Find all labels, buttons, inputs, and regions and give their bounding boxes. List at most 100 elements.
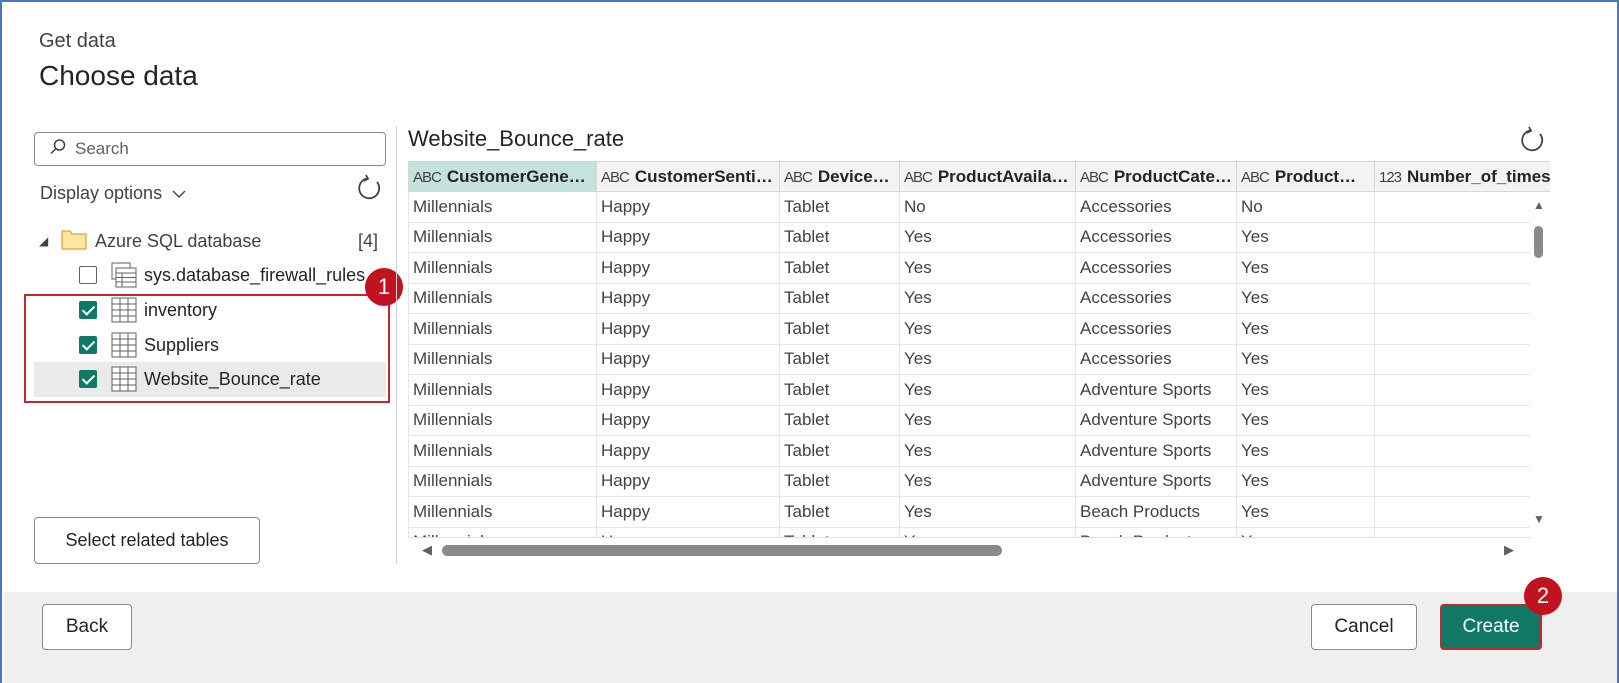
table-cell[interactable]	[1374, 343, 1550, 375]
table-cell[interactable]: No	[899, 191, 1076, 223]
column-header[interactable]: ABC CustomerGenerati...	[408, 161, 597, 192]
table-cell[interactable]	[1374, 191, 1550, 223]
table-cell[interactable]: Happy	[596, 496, 780, 528]
table-cell[interactable]: Millennials	[408, 252, 597, 284]
table-cell[interactable]: Accessories	[1075, 252, 1237, 284]
table-cell[interactable]: Yes	[1236, 282, 1375, 314]
table-cell[interactable]: Happy	[596, 465, 780, 497]
scroll-left-icon[interactable]: ◀	[422, 542, 432, 558]
column-header[interactable]: ABCDeviceType	[779, 161, 900, 192]
table-cell[interactable]: Yes	[899, 465, 1076, 497]
table-cell[interactable]: Yes	[899, 526, 1076, 537]
table-cell[interactable]: Yes	[1236, 343, 1375, 375]
table-cell[interactable]: Yes	[1236, 221, 1375, 253]
table-cell[interactable]: Millennials	[408, 221, 597, 253]
table-cell[interactable]: Yes	[1236, 252, 1375, 284]
table-cell[interactable]: Yes	[1236, 465, 1375, 497]
table-cell[interactable]	[1374, 221, 1550, 253]
table-cell[interactable]: Millennials	[408, 404, 597, 436]
table-cell[interactable]: Tablet	[779, 252, 900, 284]
table-cell[interactable]	[1374, 252, 1550, 284]
table-cell[interactable]: Yes	[899, 374, 1076, 406]
table-cell[interactable]: Millennials	[408, 465, 597, 497]
table-cell[interactable]: Tablet	[779, 404, 900, 436]
table-cell[interactable]: Yes	[899, 404, 1076, 436]
scroll-up-icon[interactable]: ▲	[1533, 198, 1545, 212]
search-input[interactable]	[75, 139, 375, 159]
scroll-down-icon[interactable]: ▼	[1533, 512, 1545, 526]
table-cell[interactable]: Happy	[596, 404, 780, 436]
tree-source-node[interactable]: ◢ Azure SQL database [4]	[39, 226, 384, 256]
table-cell[interactable]: Millennials	[408, 526, 597, 537]
table-cell[interactable]: Millennials	[408, 496, 597, 528]
table-cell[interactable]	[1374, 526, 1550, 537]
table-cell[interactable]: Yes	[1236, 404, 1375, 436]
checkbox[interactable]	[79, 266, 97, 284]
table-cell[interactable]	[1374, 282, 1550, 314]
table-cell[interactable]: Yes	[1236, 496, 1375, 528]
table-cell[interactable]: Tablet	[779, 282, 900, 314]
scroll-right-icon[interactable]: ▶	[1504, 542, 1514, 558]
table-cell[interactable]: Yes	[899, 221, 1076, 253]
table-cell[interactable]: Adventure Sports	[1075, 465, 1237, 497]
column-header[interactable]: ABCProductAvailability	[899, 161, 1076, 192]
column-header[interactable]: ABC ProductCatego...	[1075, 161, 1237, 192]
table-cell[interactable]: Happy	[596, 374, 780, 406]
table-cell[interactable]: Yes	[899, 282, 1076, 314]
table-cell[interactable]: Tablet	[779, 496, 900, 528]
table-cell[interactable]: Millennials	[408, 435, 597, 467]
table-cell[interactable]: Millennials	[408, 191, 597, 223]
table-cell[interactable]: Millennials	[408, 282, 597, 314]
table-cell[interactable]: Happy	[596, 435, 780, 467]
table-cell[interactable]	[1374, 404, 1550, 436]
table-cell[interactable]: Yes	[899, 435, 1076, 467]
table-cell[interactable]	[1374, 496, 1550, 528]
table-cell[interactable]	[1374, 313, 1550, 345]
refresh-icon[interactable]	[356, 174, 384, 202]
table-cell[interactable]: Happy	[596, 221, 780, 253]
table-cell[interactable]: Yes	[899, 252, 1076, 284]
table-cell[interactable]: Tablet	[779, 435, 900, 467]
table-cell[interactable]	[1374, 465, 1550, 497]
cancel-button[interactable]: Cancel	[1311, 604, 1417, 650]
column-header[interactable]: ABC ProductMat...	[1236, 161, 1375, 192]
table-cell[interactable]: Yes	[1236, 526, 1375, 537]
table-cell[interactable]: No	[1236, 191, 1375, 223]
column-header[interactable]: ABC CustomerSentime...	[596, 161, 780, 192]
table-cell[interactable]: Millennials	[408, 343, 597, 375]
tree-item-database-firewall-rules[interactable]: sys.database_firewall_rules	[34, 258, 386, 293]
scroll-thumb[interactable]	[1534, 226, 1543, 258]
table-cell[interactable]: Tablet	[779, 374, 900, 406]
create-button[interactable]: Create	[1440, 604, 1542, 650]
table-cell[interactable]: Accessories	[1075, 282, 1237, 314]
table-cell[interactable]: Tablet	[779, 526, 900, 537]
table-cell[interactable]: Adventure Sports	[1075, 374, 1237, 406]
table-cell[interactable]: Happy	[596, 526, 780, 537]
search-box[interactable]	[34, 132, 386, 166]
table-cell[interactable]: Adventure Sports	[1075, 404, 1237, 436]
table-cell[interactable]: Beach Products	[1075, 496, 1237, 528]
table-cell[interactable]: Millennials	[408, 374, 597, 406]
table-cell[interactable]: Accessories	[1075, 313, 1237, 345]
table-cell[interactable]: Yes	[1236, 435, 1375, 467]
vertical-scrollbar[interactable]: ▲ ▼	[1530, 192, 1550, 538]
table-cell[interactable]: Tablet	[779, 343, 900, 375]
table-cell[interactable]: Tablet	[779, 221, 900, 253]
table-cell[interactable]: Millennials	[408, 313, 597, 345]
table-cell[interactable]: Tablet	[779, 313, 900, 345]
table-cell[interactable]: Happy	[596, 252, 780, 284]
back-button[interactable]: Back	[42, 604, 132, 650]
display-options-dropdown[interactable]: Display options	[40, 183, 186, 204]
table-cell[interactable]	[1374, 374, 1550, 406]
table-cell[interactable]: Yes	[1236, 313, 1375, 345]
table-cell[interactable]: Yes	[899, 313, 1076, 345]
table-cell[interactable]: Tablet	[779, 465, 900, 497]
table-cell[interactable]: Beach Products	[1075, 526, 1237, 537]
table-cell[interactable]: Yes	[899, 496, 1076, 528]
select-related-tables-button[interactable]: Select related tables	[34, 517, 260, 564]
table-cell[interactable]: Yes	[899, 343, 1076, 375]
table-cell[interactable]: Accessories	[1075, 221, 1237, 253]
table-cell[interactable]: Happy	[596, 343, 780, 375]
collapse-caret-icon[interactable]: ◢	[39, 234, 61, 248]
table-cell[interactable]: Happy	[596, 313, 780, 345]
